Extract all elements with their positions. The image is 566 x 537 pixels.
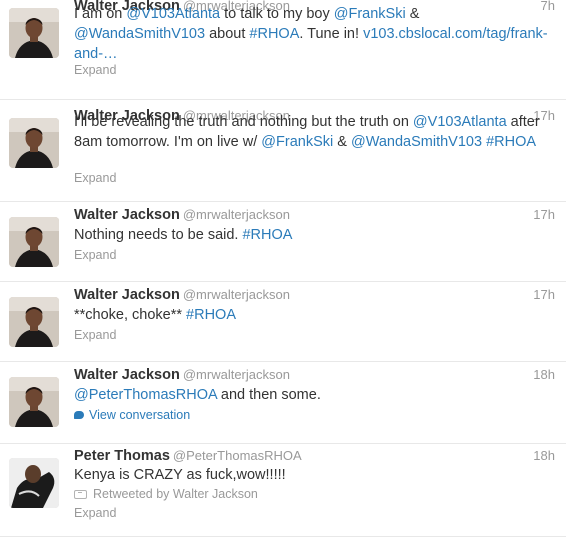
mention-link[interactable]: @FrankSki xyxy=(261,134,333,150)
expand-link[interactable]: Expand xyxy=(74,506,116,520)
hashtag-link[interactable]: #RHOA xyxy=(186,307,236,323)
tweet[interactable]: Walter Jackson @mrwalterjackson 17h Nothing… xyxy=(0,202,566,282)
walter-jackson-avatar[interactable] xyxy=(9,118,59,168)
author-handle[interactable]: @PeterThomasRHOA xyxy=(173,448,302,463)
expand-label[interactable]: Expand xyxy=(74,506,116,520)
expand-label[interactable]: Expand xyxy=(74,171,116,185)
text-segment: I am on xyxy=(74,6,127,22)
tweet-text: @PeterThomasRHOA and then some. xyxy=(74,385,554,405)
timestamp[interactable]: 18h xyxy=(533,367,555,382)
tweet-text: Nothing needs to be said. #RHOA xyxy=(74,225,554,245)
tweet[interactable]: Peter Thomas @PeterThomasRHOA 18h Kenya is … xyxy=(0,444,566,537)
walter-jackson-avatar[interactable] xyxy=(9,217,59,267)
mention-link[interactable]: @FrankSki xyxy=(334,6,406,22)
author-name[interactable]: Walter Jackson xyxy=(74,367,180,383)
tweet-header: Walter Jackson @mrwalterjackson xyxy=(74,366,290,386)
tweet-header: Walter Jackson @mrwalterjackson xyxy=(74,206,290,226)
tweet-text: Kenya is CRAZY as fuck,wow!!!!! xyxy=(74,465,554,485)
text-segment: about xyxy=(205,26,250,42)
timestamp[interactable]: 17h xyxy=(533,287,555,302)
tweet-text: **choke, choke** #RHOA xyxy=(74,305,554,325)
expand-link[interactable]: Expand xyxy=(74,248,116,262)
author-handle[interactable]: @mrwalterjackson xyxy=(183,367,290,382)
timestamp[interactable]: 17h xyxy=(533,207,555,222)
author-handle[interactable]: @mrwalterjackson xyxy=(183,287,290,302)
walter-jackson-avatar[interactable] xyxy=(9,8,59,58)
mention-link[interactable]: @WandaSmithV103 xyxy=(74,26,205,42)
timestamp[interactable]: 18h xyxy=(533,448,555,463)
expand-link[interactable]: Expand xyxy=(74,63,116,77)
author-handle[interactable]: @mrwalterjackson xyxy=(183,207,290,222)
walter-jackson-avatar[interactable] xyxy=(9,377,59,427)
tweet[interactable]: Walter Jackson @mrwalterjackson 17h I'll be… xyxy=(0,100,566,202)
tweet-header: Peter Thomas @PeterThomasRHOA xyxy=(74,447,302,467)
hashtag-link[interactable]: #RHOA xyxy=(242,227,292,243)
hashtag-link[interactable]: #RHOA xyxy=(486,134,536,150)
tweet[interactable]: Walter Jackson @mrwalterjackson 18h @PeterT… xyxy=(0,362,566,444)
tweet-text: I'll be revealing the truth and nothing … xyxy=(74,112,554,152)
author-name[interactable]: Peter Thomas xyxy=(74,448,170,464)
view-conversation-label[interactable]: View conversation xyxy=(89,408,190,422)
tweet[interactable]: Walter Jackson @mrwalterjackson 7h I am on … xyxy=(0,0,566,100)
text-segment: & xyxy=(405,6,420,22)
author-name[interactable]: Walter Jackson xyxy=(74,207,180,223)
tweet-text: I am on @V103Atlanta to talk to my boy @… xyxy=(74,4,554,64)
conversation-icon xyxy=(74,411,84,419)
author-name[interactable]: Walter Jackson xyxy=(74,287,180,303)
expand-label[interactable]: Expand xyxy=(74,63,116,77)
mention-link[interactable]: @V103Atlanta xyxy=(413,114,507,130)
retweeted-by[interactable]: Retweeted by Walter Jackson xyxy=(74,487,258,501)
text-segment: Nothing needs to be said. xyxy=(74,227,243,243)
retweet-icon xyxy=(74,490,87,499)
expand-label[interactable]: Expand xyxy=(74,248,116,262)
mention-link[interactable]: @V103Atlanta xyxy=(126,6,220,22)
tweet[interactable]: Walter Jackson @mrwalterjackson 17h **choke… xyxy=(0,282,566,362)
text-segment: **choke, choke** xyxy=(74,307,187,323)
walter-jackson-avatar[interactable] xyxy=(9,297,59,347)
mention-link[interactable]: @PeterThomasRHOA xyxy=(74,387,217,403)
retweeted-by-label: Retweeted by Walter Jackson xyxy=(93,487,258,501)
text-segment: . Tune in! xyxy=(299,26,364,42)
timeline: Walter Jackson @mrwalterjackson 7h I am on … xyxy=(0,0,566,537)
expand-label[interactable]: Expand xyxy=(74,328,116,342)
peter-thomas-avatar[interactable] xyxy=(9,458,59,508)
expand-link[interactable]: Expand xyxy=(74,328,116,342)
view-conversation-link[interactable]: View conversation xyxy=(74,408,190,422)
text-segment: & xyxy=(333,134,351,150)
hashtag-link[interactable]: #RHOA xyxy=(249,26,299,42)
text-segment: I'll be revealing the truth and nothing … xyxy=(74,114,413,130)
text-segment: Kenya is CRAZY as fuck,wow!!!!! xyxy=(74,467,286,483)
text-segment: to talk to my boy xyxy=(220,6,334,22)
text-segment: and then some. xyxy=(216,387,321,403)
mention-link[interactable]: @WandaSmithV103 xyxy=(351,134,482,150)
tweet-header: Walter Jackson @mrwalterjackson xyxy=(74,286,290,306)
expand-link[interactable]: Expand xyxy=(74,171,116,185)
